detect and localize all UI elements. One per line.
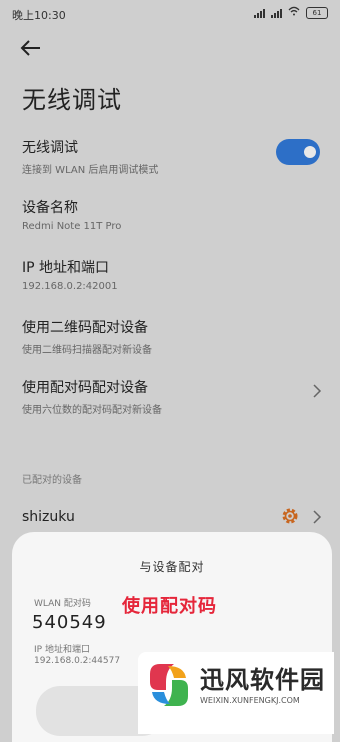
ip-port-value: 192.168.0.2:44577 [34,656,121,666]
row-title: 使用配对码配对设备 [22,380,148,396]
row-subtitle: 192.168.0.2:42001 [22,281,118,292]
row-title: 使用二维码配对设备 [22,320,148,336]
chevron-right-icon[interactable] [312,509,322,524]
pair-code-row[interactable]: 使用配对码配对设备 使用六位数的配对码配对新设备 [22,377,318,416]
pair-qr-row[interactable]: 使用二维码配对设备 使用二维码扫描器配对新设备 [22,317,318,356]
status-icons: 61 [254,6,328,19]
wireless-debugging-toggle[interactable] [276,139,320,165]
page-title: 无线调试 [22,86,122,114]
annotation-text: 使用配对码 [122,596,217,617]
back-arrow-icon[interactable] [18,36,44,60]
row-title: 设备名称 [22,200,78,216]
signal-icon-2 [271,8,282,18]
wifi-icon [288,6,300,19]
pairing-code-label: WLAN 配对码 [34,599,91,609]
chevron-right-icon [312,383,322,398]
battery-icon: 61 [306,6,328,19]
brand-logo-icon [144,660,194,710]
row-subtitle: Redmi Note 11T Pro [22,221,122,232]
row-subtitle: 使用六位数的配对码配对新设备 [22,405,162,416]
toggle-knob [304,146,316,158]
dialog-title: 与设备配对 [139,560,205,574]
status-time: 晚上10:30 [12,9,66,22]
row-title: IP 地址和端口 [22,260,110,276]
wireless-debugging-row[interactable]: 无线调试 连接到 WLAN 后启用调试模式 [22,137,318,176]
row-subtitle: 使用二维码扫描器配对新设备 [22,345,152,356]
status-bar: 晚上10:30 61 [0,0,340,26]
watermark: 迅风软件园 WEIXIN.XUNFENGKJ.COM [138,652,334,734]
pairing-code: 540549 [32,612,107,633]
ip-port-row: IP 地址和端口 192.168.0.2:42001 [22,257,318,292]
paired-section-label: 已配对的设备 [22,475,82,486]
row-title: 无线调试 [22,140,78,156]
ip-port-label: IP 地址和端口 [34,645,90,655]
paired-device-row[interactable]: shizuku [22,509,318,525]
signal-icon [254,8,265,18]
watermark-url: WEIXIN.XUNFENGKJ.COM [200,696,300,705]
row-subtitle: 连接到 WLAN 后启用调试模式 [22,165,159,176]
watermark-name: 迅风软件园 [200,666,325,694]
gear-icon[interactable] [280,506,300,526]
paired-device-name: shizuku [22,509,75,525]
device-name-row[interactable]: 设备名称 Redmi Note 11T Pro [22,197,318,232]
